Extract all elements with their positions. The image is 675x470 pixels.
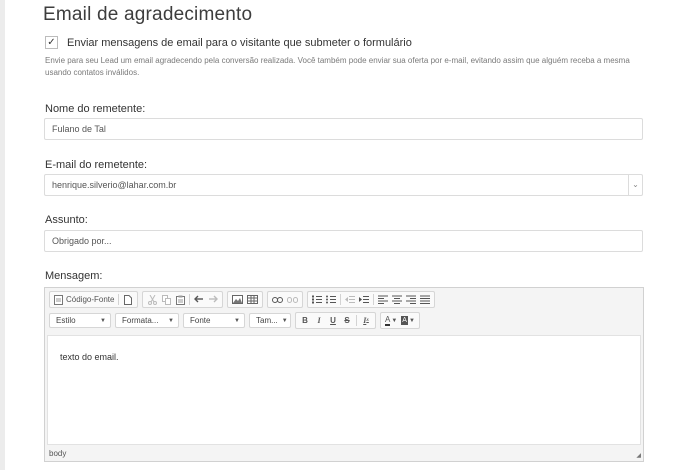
bulleted-list-button[interactable] — [324, 292, 338, 307]
paste-icon — [175, 295, 185, 305]
sender-email-label: E-mail do remetente: — [45, 159, 148, 171]
unlink-button[interactable] — [285, 292, 300, 307]
caret-down-icon: ▼ — [281, 317, 288, 324]
unlink-icon — [287, 296, 299, 303]
align-right-icon — [406, 295, 417, 304]
background-color-button[interactable]: A ▼ — [399, 313, 417, 328]
send-email-label: Enviar mensagens de email para o visitan… — [67, 36, 412, 49]
align-center-icon — [392, 295, 403, 304]
justify-button[interactable] — [418, 292, 432, 307]
toolbar-divider — [340, 294, 342, 305]
cut-button[interactable] — [145, 292, 159, 307]
undo-button[interactable] — [192, 292, 206, 307]
editor-element-path[interactable]: body — [49, 449, 66, 458]
align-right-button[interactable] — [404, 292, 418, 307]
remove-format-button[interactable]: Ix — [359, 313, 373, 328]
new-page-icon — [124, 294, 133, 305]
subject-input[interactable]: Obrigado por... — [44, 230, 643, 252]
bulleted-list-icon — [326, 295, 337, 304]
caret-down-icon: ▼ — [391, 317, 398, 324]
source-group: Código-Fonte — [49, 291, 139, 308]
italic-button[interactable]: I — [312, 313, 326, 328]
size-combo[interactable]: Tam... ▼ — [249, 313, 291, 328]
underline-button[interactable]: U — [326, 313, 340, 328]
size-combo-label: Tam... — [256, 316, 278, 325]
align-left-icon — [378, 295, 389, 304]
font-combo-label: Fonte — [190, 316, 211, 325]
editor-toolbar-row-2: Estilo ▼ Formata... ▼ Fonte ▼ Tam... ▼ B I U… — [49, 312, 424, 329]
left-panel-border — [0, 0, 5, 470]
link-group — [267, 291, 304, 308]
send-email-checkbox[interactable]: ✓ — [45, 36, 58, 49]
copy-button[interactable] — [159, 292, 173, 307]
color-group: A ▼ A ▼ — [380, 312, 420, 329]
paste-button[interactable] — [173, 292, 187, 307]
justify-icon — [420, 295, 431, 304]
subject-label: Assunto: — [45, 214, 88, 226]
image-icon — [232, 295, 244, 304]
text-color-icon: A — [385, 315, 391, 326]
rich-text-editor: Código-Fonte Estilo ▼ Formata... ▼ Fonte… — [44, 287, 644, 462]
image-button[interactable] — [230, 292, 245, 307]
align-center-button[interactable] — [390, 292, 404, 307]
clipboard-group — [142, 291, 224, 308]
editor-body-text[interactable]: texto do email. — [60, 352, 119, 362]
source-icon — [54, 294, 63, 305]
style-combo[interactable]: Estilo ▼ — [49, 313, 111, 328]
caret-down-icon: ▼ — [234, 317, 240, 324]
redo-button[interactable] — [206, 292, 220, 307]
indent-button[interactable] — [357, 292, 371, 307]
toolbar-divider — [189, 294, 191, 305]
new-page-button[interactable] — [121, 292, 135, 307]
font-combo[interactable]: Fonte ▼ — [183, 313, 245, 328]
caret-down-icon: ▼ — [168, 317, 174, 324]
sender-email-select[interactable]: henrique.silverio@lahar.com.br ⌄ — [44, 174, 643, 196]
caret-down-icon: ▼ — [100, 317, 106, 324]
message-label: Mensagem: — [45, 270, 103, 282]
style-combo-label: Estilo — [56, 316, 76, 325]
numbered-list-button[interactable] — [310, 292, 324, 307]
link-button[interactable] — [270, 292, 285, 307]
editor-content-area[interactable]: texto do email. — [47, 335, 641, 445]
outdent-button[interactable] — [343, 292, 357, 307]
toolbar-divider — [356, 315, 357, 326]
sender-name-value: Fulano de Tal — [52, 124, 106, 134]
numbered-list-icon — [312, 295, 323, 304]
bold-button[interactable]: B — [298, 313, 312, 328]
editor-toolbar-row-1: Código-Fonte — [49, 291, 439, 308]
redo-icon — [209, 295, 219, 303]
table-icon — [247, 295, 259, 304]
toolbar-divider — [373, 294, 375, 305]
toolbar-divider — [118, 294, 120, 305]
align-left-button[interactable] — [376, 292, 390, 307]
text-style-group: B I U S Ix — [295, 312, 376, 329]
subject-value: Obrigado por... — [52, 236, 112, 246]
undo-icon — [194, 295, 204, 303]
section-title: Email de agradecimento — [43, 4, 253, 25]
copy-icon — [161, 294, 171, 305]
format-combo[interactable]: Formata... ▼ — [115, 313, 179, 328]
table-button[interactable] — [245, 292, 260, 307]
source-button-label: Código-Fonte — [66, 295, 115, 304]
sender-name-input[interactable]: Fulano de Tal — [44, 118, 643, 140]
caret-down-icon: ▼ — [408, 317, 415, 324]
outdent-icon — [345, 296, 356, 303]
strikethrough-button[interactable]: S — [340, 313, 354, 328]
send-email-option[interactable]: ✓ Enviar mensagens de email para o visit… — [45, 36, 412, 49]
help-text: Envie para seu Lead um email agradecendo… — [45, 56, 630, 77]
resize-handle-icon[interactable]: ◢ — [636, 452, 641, 459]
check-icon: ✓ — [47, 36, 56, 48]
insert-group — [227, 291, 264, 308]
chevron-down-icon[interactable]: ⌄ — [628, 175, 642, 195]
format-combo-label: Formata... — [122, 316, 159, 325]
background-color-icon: A — [401, 316, 408, 325]
text-color-button[interactable]: A ▼ — [383, 313, 399, 328]
link-icon — [272, 296, 284, 303]
sender-name-label: Nome do remetente: — [45, 103, 146, 115]
indent-icon — [359, 296, 370, 303]
sender-email-value: henrique.silverio@lahar.com.br — [52, 180, 177, 190]
paragraph-group — [307, 291, 436, 308]
cut-icon — [147, 294, 157, 305]
source-button[interactable]: Código-Fonte — [52, 292, 116, 307]
